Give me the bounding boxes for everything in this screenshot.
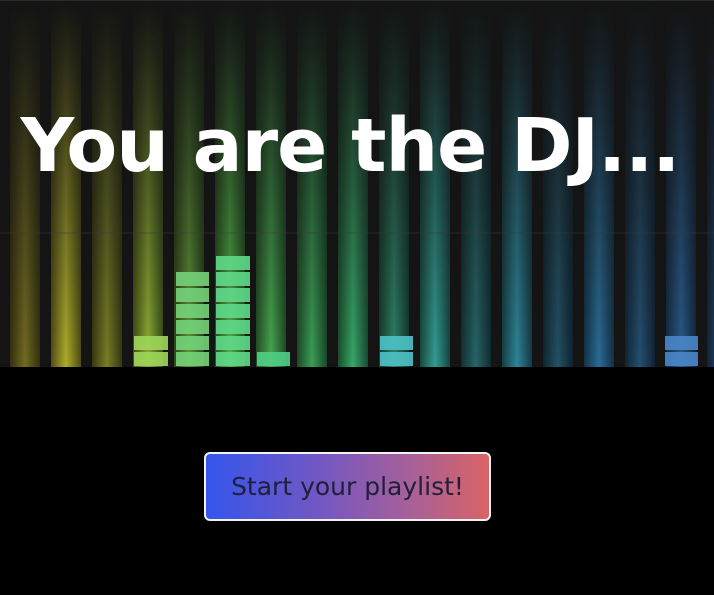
hero-banner: You are the DJ... [0, 0, 714, 367]
hero-headline: You are the DJ... [20, 103, 681, 189]
start-playlist-button[interactable]: Start your playlist! [204, 452, 491, 521]
hero-top-border [0, 0, 714, 1]
